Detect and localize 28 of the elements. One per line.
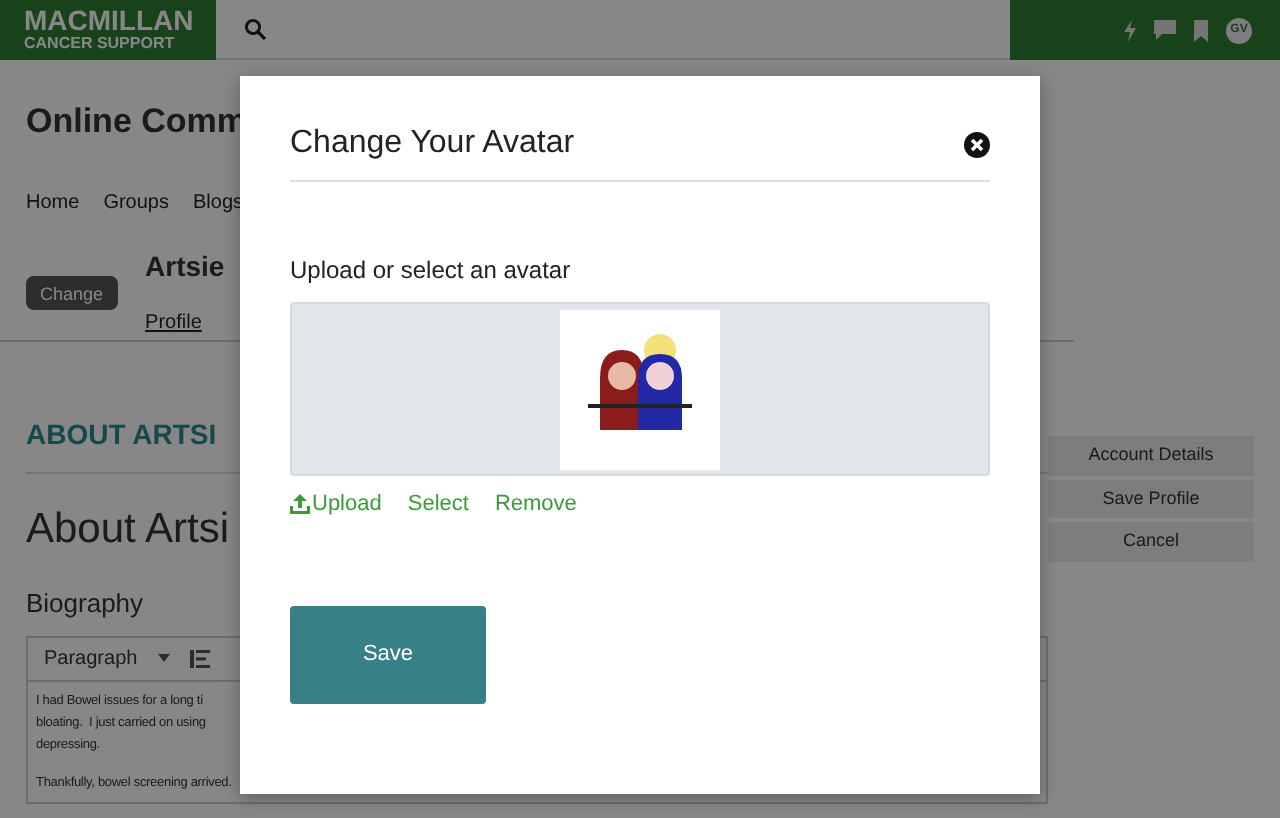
action-link[interactable]: Remove [494, 488, 577, 521]
nav-link[interactable]: Home [26, 187, 80, 217]
side-button[interactable]: Save Profile [1048, 479, 1254, 518]
profile-name: Artsie [145, 247, 225, 285]
modal-title: Change Your Avatar [290, 124, 575, 164]
action-link[interactable]: Select [407, 488, 469, 521]
profile-tab[interactable]: Profile [145, 307, 202, 337]
logo-text[interactable]: MACMILLAN [24, 8, 216, 34]
action-link[interactable]: Upload [290, 488, 382, 521]
field-label: Biography [26, 586, 144, 622]
nav-link[interactable]: Groups [103, 187, 169, 217]
lightning-icon[interactable] [1124, 19, 1136, 41]
close-icon[interactable] [964, 131, 990, 157]
search-icon[interactable] [244, 18, 266, 40]
logo-text[interactable]: CANCER SUPPORT [24, 34, 216, 52]
align-icon[interactable] [189, 649, 210, 667]
upload-icon [290, 494, 310, 515]
side-button[interactable]: Cancel [1048, 522, 1254, 561]
save-button[interactable]: Save [290, 605, 486, 703]
caret-icon[interactable] [157, 654, 170, 662]
section-heading: About Artsi [26, 503, 230, 555]
side-button[interactable]: Account Details [1048, 436, 1254, 475]
format-dropdown[interactable]: Paragraph [44, 643, 138, 673]
change-button[interactable]: Change [26, 275, 118, 309]
prompt-text: Upload or select an avatar [290, 254, 573, 288]
bookmark-icon[interactable] [1194, 19, 1208, 41]
chat-icon[interactable] [1154, 20, 1176, 40]
section-title: ABOUT ARTSI [26, 415, 217, 453]
